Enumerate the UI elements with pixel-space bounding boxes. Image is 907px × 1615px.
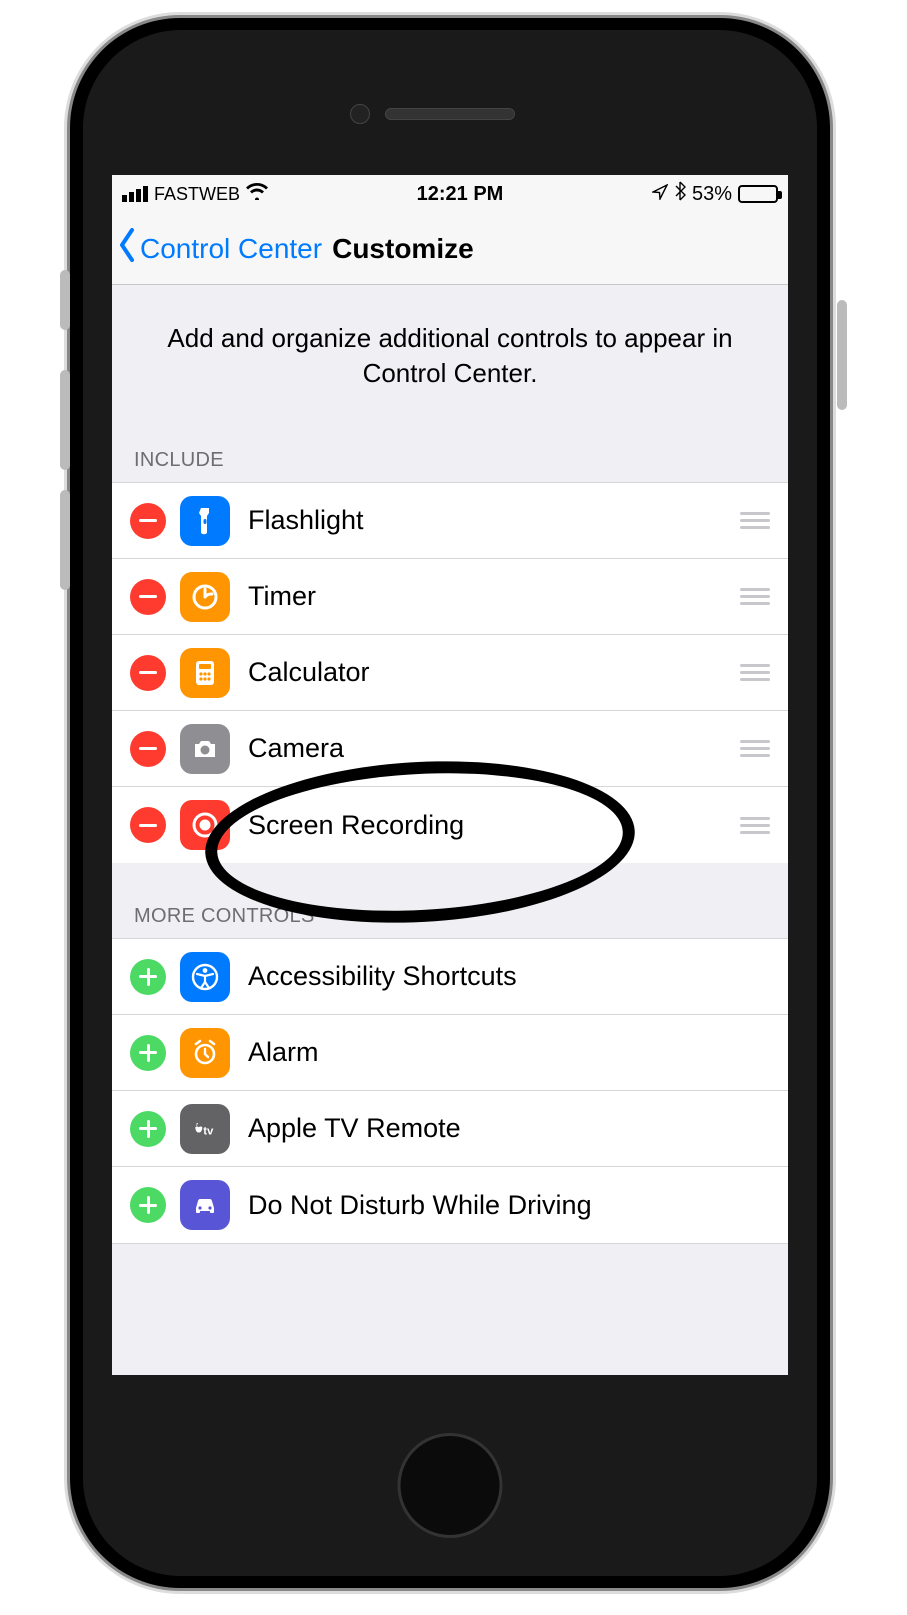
nav-bar: Control Center Customize xyxy=(112,213,788,285)
screen: FASTWEB 12:21 PM 53% xyxy=(112,175,788,1375)
chevron-left-icon xyxy=(118,228,138,269)
status-time: 12:21 PM xyxy=(417,183,504,206)
more-controls-list: Accessibility Shortcuts Alarm tv Apple TV R… xyxy=(112,938,788,1244)
battery-icon xyxy=(738,185,778,203)
list-item: Flashlight xyxy=(112,483,788,559)
row-label: Apple TV Remote xyxy=(248,1113,770,1144)
alarm-icon xyxy=(180,1028,230,1078)
carrier-label: FASTWEB xyxy=(154,184,240,205)
wifi-icon xyxy=(246,182,268,206)
volume-down-button[interactable] xyxy=(60,490,70,590)
apple-tv-icon: tv xyxy=(180,1104,230,1154)
signal-bars-icon xyxy=(122,186,148,202)
page-description: Add and organize additional controls to … xyxy=(112,285,788,437)
add-button[interactable] xyxy=(130,1111,166,1147)
volume-up-button[interactable] xyxy=(60,370,70,470)
remove-button[interactable] xyxy=(130,731,166,767)
list-item: tv Apple TV Remote xyxy=(112,1091,788,1167)
row-label: Timer xyxy=(248,581,740,612)
list-item: Timer xyxy=(112,559,788,635)
drag-handle-icon[interactable] xyxy=(740,588,770,605)
remove-button[interactable] xyxy=(130,655,166,691)
row-label: Do Not Disturb While Driving xyxy=(248,1190,770,1221)
row-label: Screen Recording xyxy=(248,810,740,841)
timer-icon xyxy=(180,572,230,622)
list-item: Do Not Disturb While Driving xyxy=(112,1167,788,1243)
home-button[interactable] xyxy=(398,1433,503,1538)
accessibility-icon xyxy=(180,952,230,1002)
include-list: Flashlight Timer Calculator Camera Screen Re… xyxy=(112,482,788,863)
calculator-icon xyxy=(180,648,230,698)
section-header-include: INCLUDE xyxy=(112,437,788,482)
location-icon xyxy=(652,183,668,206)
phone-speaker xyxy=(385,108,515,120)
back-label: Control Center xyxy=(140,233,322,265)
remove-button[interactable] xyxy=(130,503,166,539)
camera-icon xyxy=(180,724,230,774)
svg-text:tv: tv xyxy=(203,1125,214,1137)
row-label: Calculator xyxy=(248,657,740,688)
row-label: Alarm xyxy=(248,1037,770,1068)
page-title: Customize xyxy=(332,233,474,265)
mute-switch[interactable] xyxy=(60,270,70,330)
drag-handle-icon[interactable] xyxy=(740,817,770,834)
flashlight-icon xyxy=(180,496,230,546)
row-label: Accessibility Shortcuts xyxy=(248,961,770,992)
list-item: Calculator xyxy=(112,635,788,711)
row-label: Flashlight xyxy=(248,505,740,536)
status-bar: FASTWEB 12:21 PM 53% xyxy=(112,175,788,213)
drag-handle-icon[interactable] xyxy=(740,740,770,757)
list-item: Alarm xyxy=(112,1015,788,1091)
list-item: Screen Recording xyxy=(112,787,788,863)
add-button[interactable] xyxy=(130,1187,166,1223)
drag-handle-icon[interactable] xyxy=(740,512,770,529)
screen-recording-icon xyxy=(180,800,230,850)
list-item: Camera xyxy=(112,711,788,787)
power-button[interactable] xyxy=(837,300,847,410)
add-button[interactable] xyxy=(130,1035,166,1071)
remove-button[interactable] xyxy=(130,579,166,615)
back-button[interactable]: Control Center xyxy=(118,228,322,269)
remove-button[interactable] xyxy=(130,807,166,843)
bluetooth-icon xyxy=(674,181,686,207)
list-item: Accessibility Shortcuts xyxy=(112,939,788,1015)
car-icon xyxy=(180,1180,230,1230)
drag-handle-icon[interactable] xyxy=(740,664,770,681)
section-header-more: MORE CONTROLS xyxy=(112,893,788,938)
add-button[interactable] xyxy=(130,959,166,995)
front-camera xyxy=(350,104,370,124)
row-label: Camera xyxy=(248,733,740,764)
battery-percent: 53% xyxy=(692,183,732,206)
